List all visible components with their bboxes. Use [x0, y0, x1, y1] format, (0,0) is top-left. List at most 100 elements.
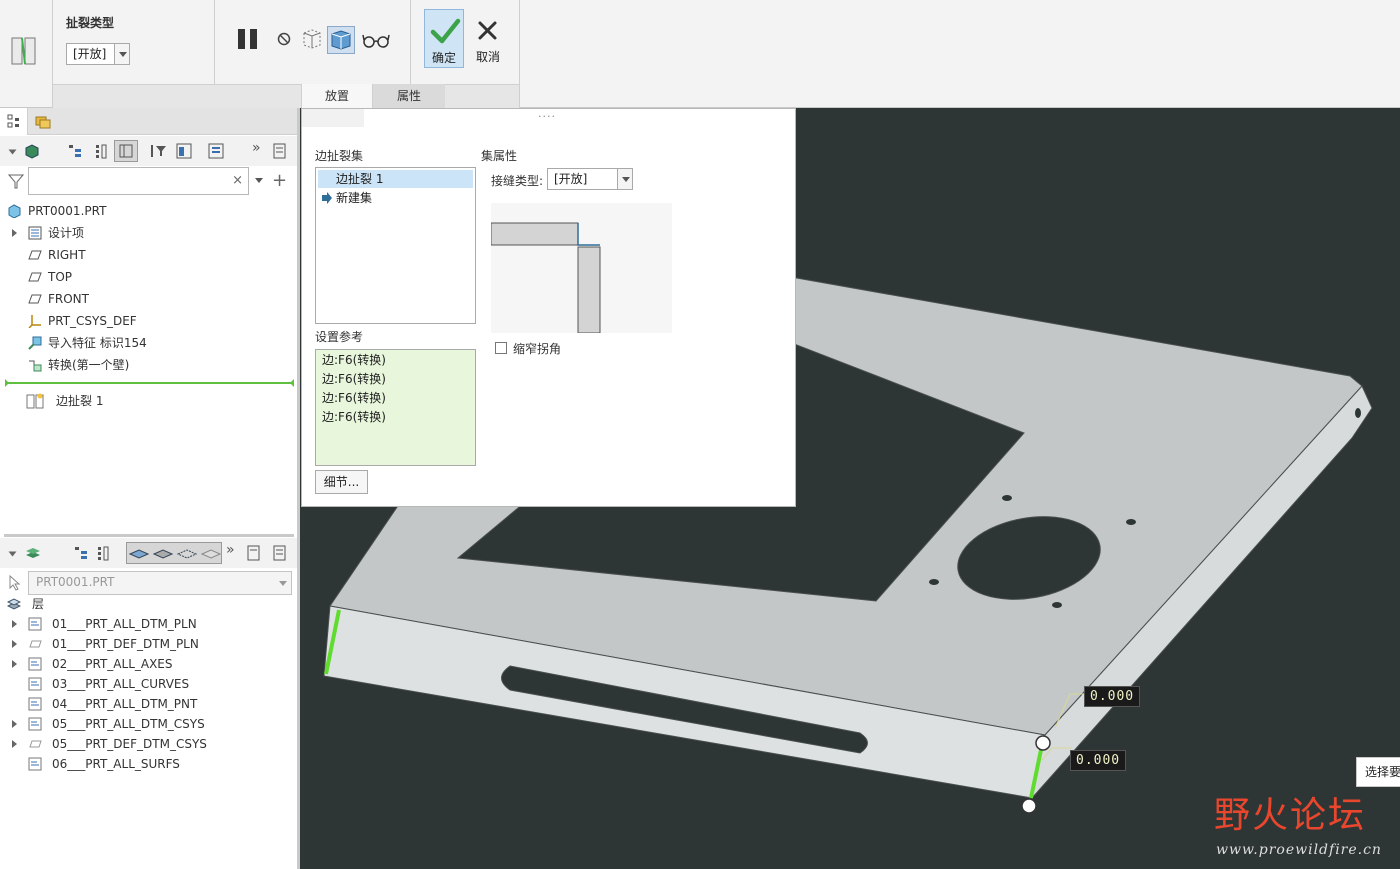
- insert-marker-left-icon: [5, 379, 9, 387]
- verify-geometry-button[interactable]: [327, 26, 355, 54]
- references-label: 设置参考: [315, 330, 364, 344]
- dimension-value[interactable]: 0.000: [1070, 750, 1127, 771]
- pointer-icon: [9, 575, 21, 591]
- shrink-corner-checkbox[interactable]: [495, 342, 507, 354]
- set-item-selected[interactable]: 边扯裂 1: [318, 170, 473, 188]
- edge-rip-icon: [26, 393, 44, 409]
- tree-item-csys[interactable]: PRT_CSYS_DEF: [0, 310, 297, 332]
- cancel-button[interactable]: 取消: [469, 9, 507, 68]
- expand-icon[interactable]: [12, 720, 17, 728]
- expand-icon[interactable]: [12, 640, 17, 648]
- seam-type-select[interactable]: [开放]: [547, 168, 633, 190]
- hide-layer-icon[interactable]: [153, 545, 173, 561]
- layer-item[interactable]: 05___PRT_ALL_DTM_CSYS: [0, 713, 297, 735]
- shrink-corner-label: 缩窄拐角: [513, 342, 562, 356]
- layer-tree-options-icon[interactable]: [272, 545, 288, 561]
- tree-item-right[interactable]: RIGHT: [0, 244, 297, 266]
- tree-item-import-feature[interactable]: 导入特征 标识154: [0, 332, 297, 354]
- layers-icon[interactable]: [24, 545, 42, 561]
- insert-marker-right-icon: [290, 379, 294, 387]
- more-tools-icon[interactable]: »: [226, 542, 235, 558]
- insert-here-marker[interactable]: [5, 379, 294, 387]
- more-tools-icon[interactable]: »: [252, 140, 261, 156]
- no-preview-button[interactable]: [275, 30, 293, 48]
- active-model-select[interactable]: PRT0001.PRT: [28, 571, 292, 595]
- tree-settings-icon[interactable]: [68, 143, 82, 159]
- edge-rip-set-list[interactable]: 边扯裂 1 新建集: [315, 167, 476, 324]
- active-model-value: PRT0001.PRT: [36, 575, 115, 589]
- layer-item[interactable]: 02___PRT_ALL_AXES: [0, 653, 297, 675]
- search-input[interactable]: ×: [28, 167, 249, 195]
- drag-handle[interactable]: [1035, 735, 1051, 751]
- reference-item[interactable]: 边:F6(转换): [322, 389, 386, 407]
- pause-icon: [238, 29, 257, 49]
- expand-icon[interactable]: [12, 620, 17, 628]
- show-columns-button[interactable]: [114, 140, 138, 162]
- layer-hidden-icon: [29, 640, 42, 648]
- rip-type-select[interactable]: [开放]: [66, 43, 130, 65]
- glasses-preview-button[interactable]: [361, 28, 391, 52]
- arrow-right-icon: [322, 192, 332, 204]
- layer-item[interactable]: 04___PRT_ALL_DTM_PNT: [0, 693, 297, 715]
- details-button[interactable]: 细节...: [315, 470, 368, 494]
- checkmark-icon: [430, 18, 461, 44]
- filter-tree-icon[interactable]: [150, 143, 170, 159]
- tree-view-icon[interactable]: [208, 143, 224, 159]
- layer-item[interactable]: 05___PRT_DEF_DTM_CSYS: [0, 733, 297, 755]
- panel-header-tab: [302, 109, 364, 127]
- layer-item[interactable]: 03___PRT_ALL_CURVES: [0, 673, 297, 695]
- tree-columns-icon[interactable]: [176, 143, 192, 159]
- tree-item-front[interactable]: FRONT: [0, 288, 297, 310]
- panel-splitter[interactable]: [4, 534, 294, 537]
- panel-grip[interactable]: ....: [538, 107, 556, 120]
- tab-placement[interactable]: 放置: [301, 84, 373, 108]
- placement-panel: .... 边扯裂集 边扯裂 1 新建集 设置参考 边:F6(转换) 边:F6(转…: [301, 107, 796, 507]
- layer-item-label: 01___PRT_DEF_DTM_PLN: [52, 637, 199, 651]
- tree-item-label: 边扯裂 1: [56, 394, 104, 408]
- isolate-layer-icon[interactable]: [177, 545, 197, 561]
- tree-item-top[interactable]: TOP: [0, 266, 297, 288]
- tab-folder-browser[interactable]: [29, 108, 57, 135]
- reference-item[interactable]: 边:F6(转换): [322, 351, 386, 369]
- reference-item[interactable]: 边:F6(转换): [322, 370, 386, 388]
- expand-icon[interactable]: [12, 229, 17, 237]
- tree-options-icon[interactable]: [272, 143, 288, 159]
- pause-button[interactable]: [235, 26, 261, 52]
- layer-filter-icon[interactable]: [96, 545, 110, 561]
- expand-icon[interactable]: [12, 740, 17, 748]
- tree-item-convert[interactable]: 转换(第一个壁): [0, 354, 297, 376]
- layer-root[interactable]: 层: [0, 593, 297, 615]
- tree-root-part[interactable]: PRT0001.PRT: [0, 200, 297, 222]
- part-icon[interactable]: [24, 143, 40, 159]
- tree-item-design-items[interactable]: 设计项: [0, 222, 297, 244]
- expand-icon[interactable]: [12, 660, 17, 668]
- layer-item[interactable]: 01___PRT_DEF_DTM_PLN: [0, 633, 297, 655]
- tab-model-tree[interactable]: [0, 108, 28, 135]
- new-set-item[interactable]: 新建集: [318, 189, 473, 207]
- collapse-icon[interactable]: [8, 551, 17, 557]
- ribbon-tab-strip: [53, 84, 519, 108]
- filter-icon[interactable]: [8, 173, 24, 189]
- reference-item[interactable]: 边:F6(转换): [322, 408, 386, 426]
- preview-geometry-button[interactable]: [299, 26, 325, 52]
- drag-handle[interactable]: [1021, 798, 1037, 814]
- show-layer-icon[interactable]: [129, 545, 149, 561]
- layer-item-label: 02___PRT_ALL_AXES: [52, 657, 173, 671]
- layer-options-icon[interactable]: [246, 545, 262, 561]
- ok-button[interactable]: 确定: [424, 9, 464, 68]
- layer-item-label: 06___PRT_ALL_SURFS: [52, 757, 180, 771]
- clear-icon[interactable]: ×: [232, 173, 243, 188]
- rip-type-value: [开放]: [73, 47, 107, 61]
- collapse-icon[interactable]: [8, 149, 17, 155]
- layer-properties-icon[interactable]: [201, 545, 221, 561]
- add-icon[interactable]: +: [272, 170, 287, 191]
- search-options-icon[interactable]: [255, 178, 263, 183]
- layer-settings-icon[interactable]: [74, 545, 88, 561]
- tree-filter-icon[interactable]: [94, 143, 108, 159]
- references-list[interactable]: 边:F6(转换) 边:F6(转换) 边:F6(转换) 边:F6(转换): [315, 349, 476, 466]
- dimension-value[interactable]: 0.000: [1084, 686, 1141, 707]
- tree-item-edge-rip[interactable]: 边扯裂 1: [0, 390, 297, 412]
- layer-item[interactable]: 01___PRT_ALL_DTM_PLN: [0, 613, 297, 635]
- tab-properties[interactable]: 属性: [373, 84, 445, 108]
- layer-item[interactable]: 06___PRT_ALL_SURFS: [0, 753, 297, 775]
